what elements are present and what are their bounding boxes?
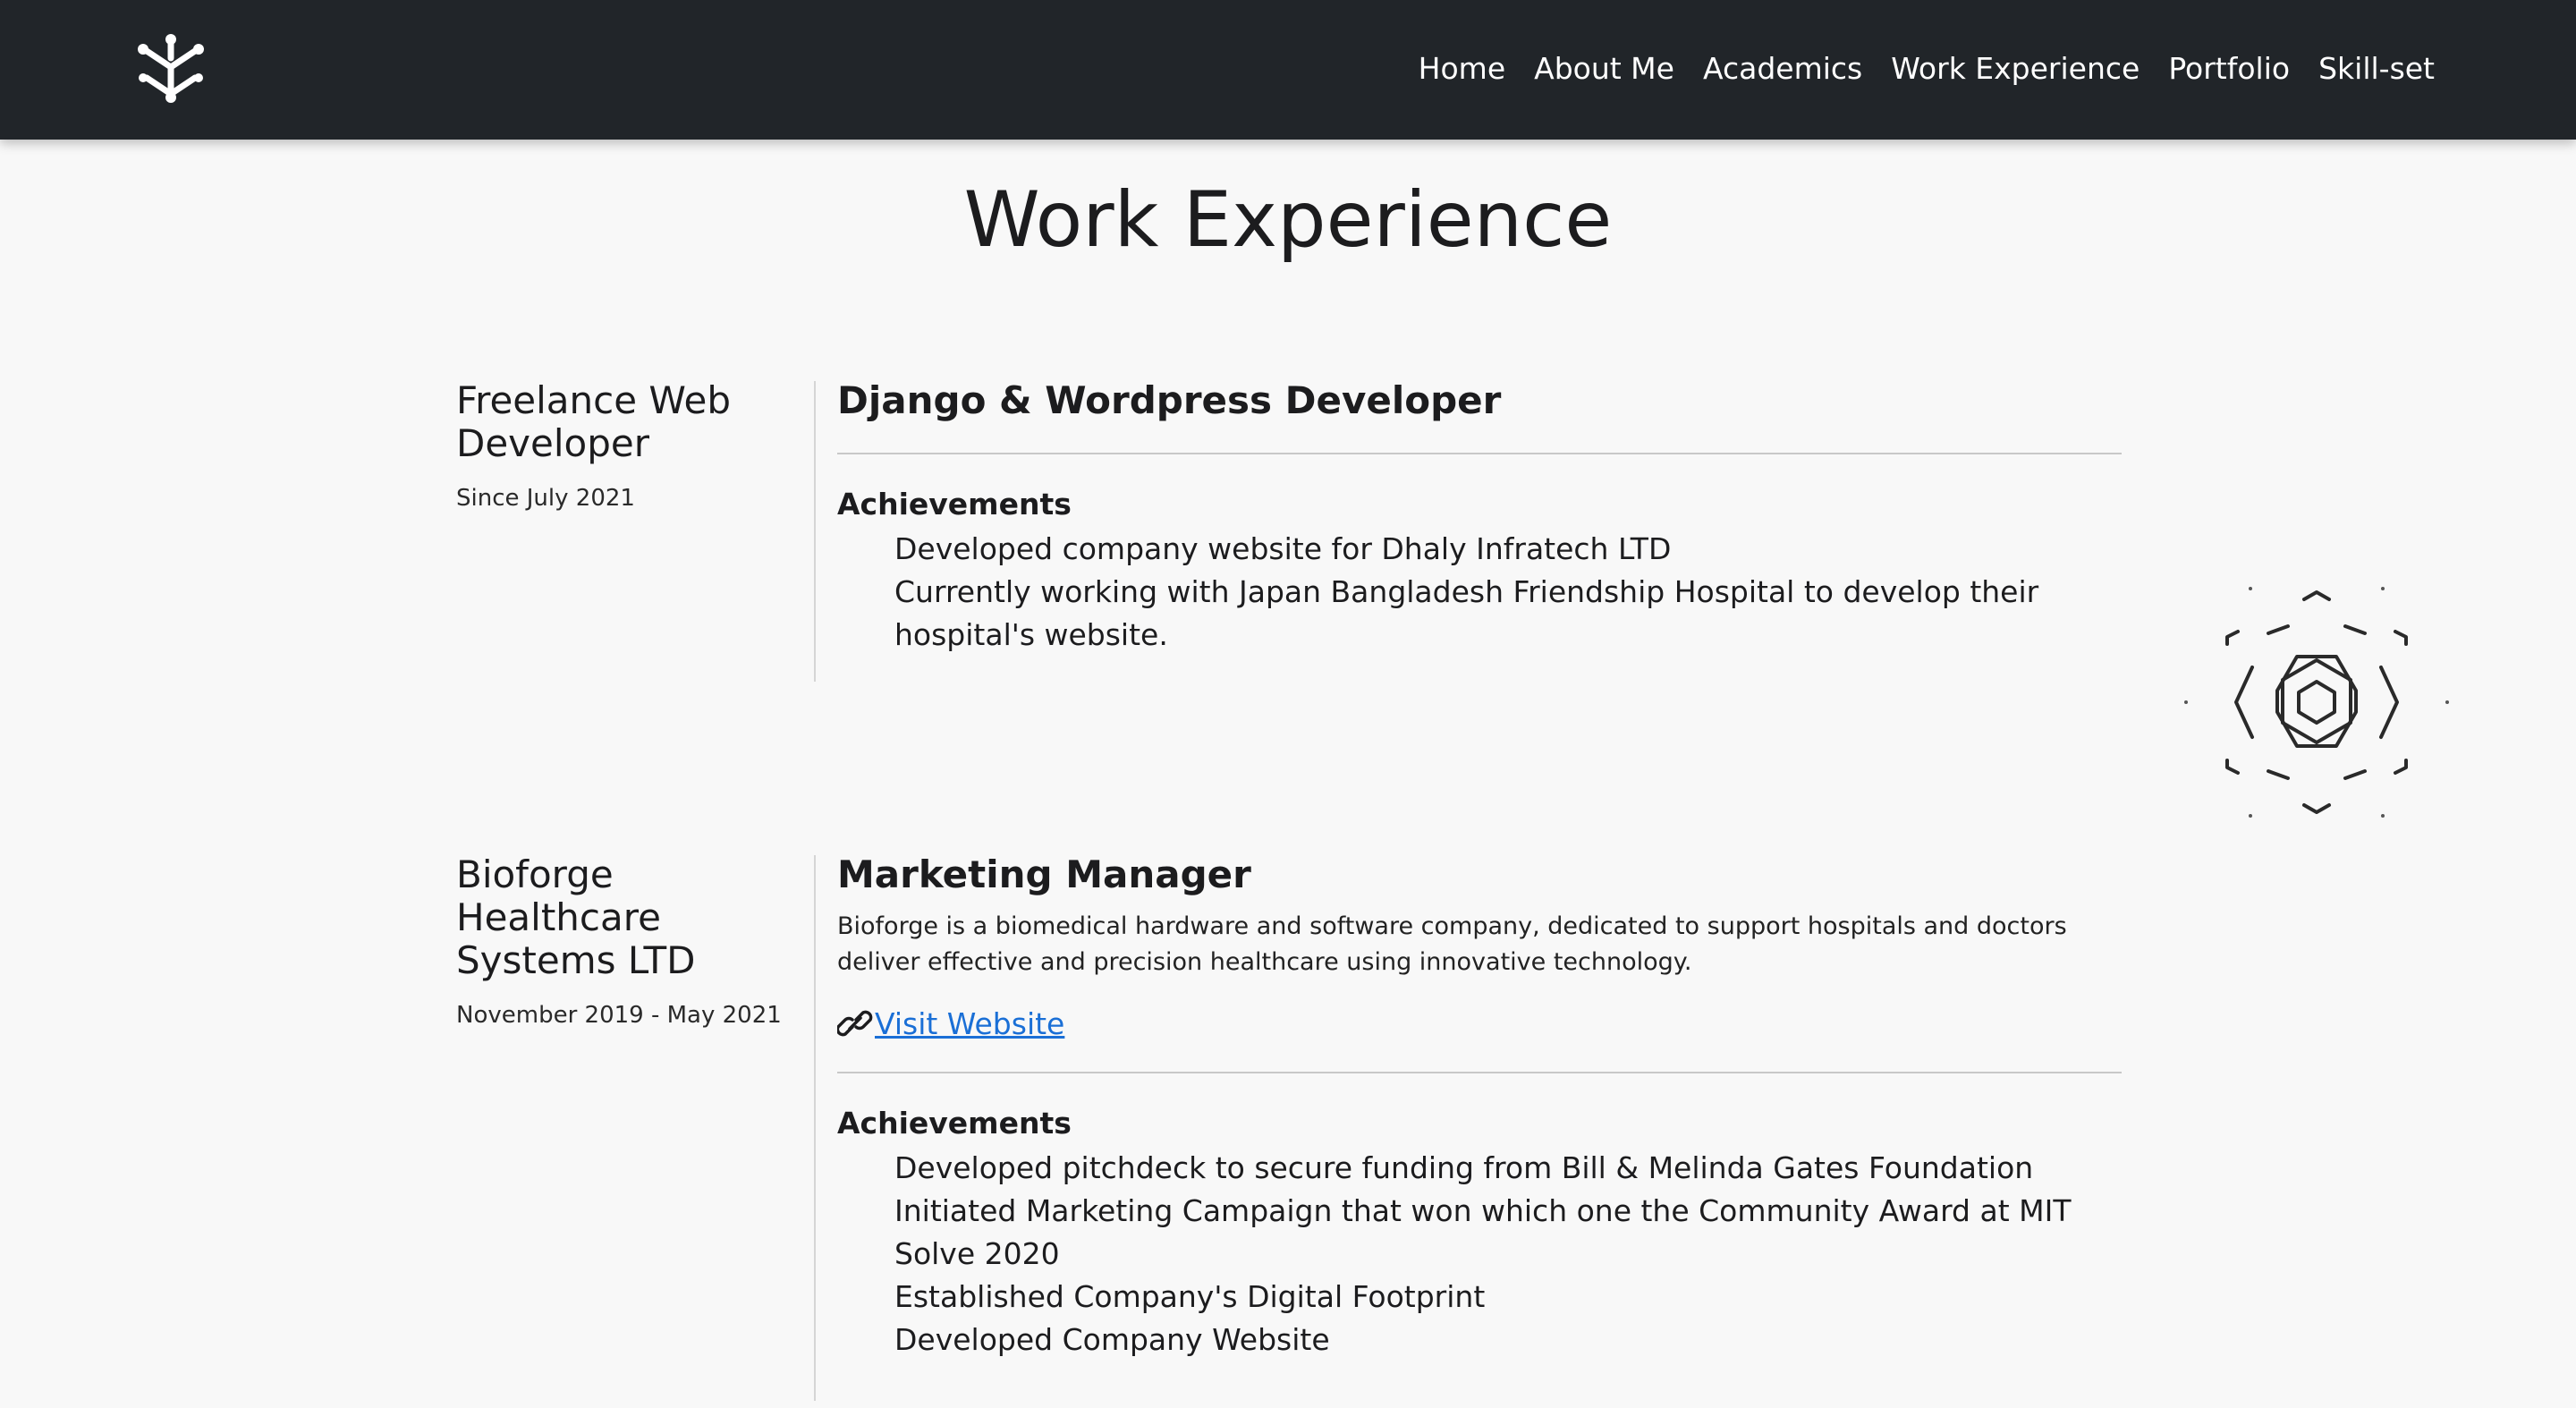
job-role: Django & Wordpress Developer [837,378,1502,422]
job-details: Django & Wordpress Developer Achievement… [837,379,2122,657]
visit-website[interactable]: Visit Website [837,1004,2122,1043]
achievement-item: Initiated Marketing Campaign that won wh… [894,1193,2072,1271]
nav-link-academics[interactable]: Academics [1703,51,1862,86]
nav-link-portfolio[interactable]: Portfolio [2168,51,2290,86]
divider-horizontal [837,1072,2122,1073]
chain-link-icon [837,1010,873,1037]
job-meta: Freelance Web Developer Since July 2021 [456,378,787,513]
hexagon-emblem-icon [2184,587,2449,818]
job-date: November 2019 - May 2021 [456,1002,782,1029]
navbar: Home About Me Academics Work Experience … [0,0,2576,140]
achievement-item: Established Company's Digital Footprint [894,1279,1486,1314]
company-description: Bioforge is a biomedical hardware and so… [837,912,2067,976]
job-details: Marketing Manager Bioforge is a biomedic… [837,853,2122,1361]
achievements-list: Developed company website for Dhaly Infr… [837,528,2122,657]
company-name: Freelance Web Developer [456,378,732,465]
nav-links: Home About Me Academics Work Experience … [1419,45,2435,91]
nav-link-about-me[interactable]: About Me [1534,51,1674,86]
job-meta: Bioforge Healthcare Systems LTD November… [456,852,787,1030]
achievements-title: Achievements [837,1106,1072,1141]
job-role: Marketing Manager [837,852,1251,896]
achievement-item: Developed company website for Dhaly Infr… [894,531,1672,566]
achievements-list: Developed pitchdeck to secure funding fr… [837,1147,2122,1361]
logo-icon[interactable] [132,30,209,106]
achievements-title: Achievements [837,487,1072,522]
page-title: Work Experience [963,175,1613,265]
divider-horizontal [837,453,2122,454]
nav-link-skill-set[interactable]: Skill-set [2318,51,2435,86]
achievement-item: Currently working with Japan Bangladesh … [894,574,2039,652]
nav-link-home[interactable]: Home [1419,51,1505,86]
divider-vertical [814,381,816,682]
divider-vertical [814,855,816,1401]
job-date: Since July 2021 [456,485,635,512]
nav-link-work-experience[interactable]: Work Experience [1891,51,2140,86]
achievement-item: Developed pitchdeck to secure funding fr… [894,1150,2034,1185]
visit-website-link[interactable]: Visit Website [875,1006,1064,1041]
achievement-item: Developed Company Website [894,1322,1330,1357]
company-name: Bioforge Healthcare Systems LTD [456,852,696,982]
